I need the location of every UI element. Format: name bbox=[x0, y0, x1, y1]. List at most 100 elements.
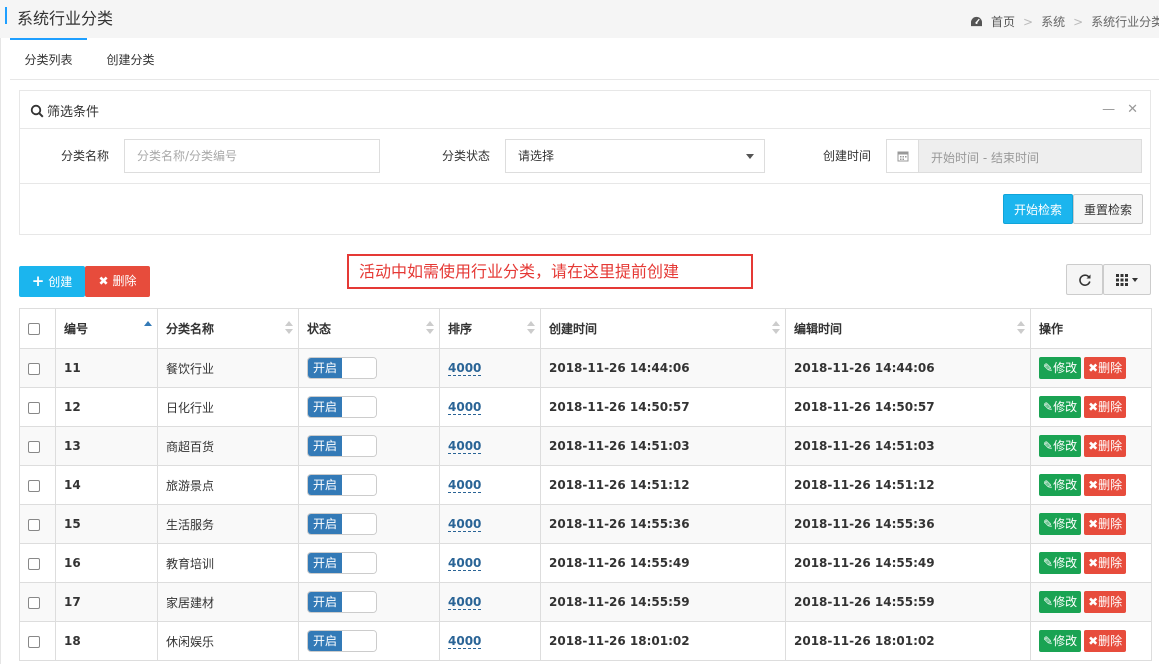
status-toggle-off bbox=[342, 397, 376, 417]
edit-icon: ✎ bbox=[1043, 361, 1054, 375]
refresh-button[interactable] bbox=[1066, 264, 1103, 295]
row-checkbox[interactable] bbox=[28, 440, 40, 453]
column-header-name[interactable]: 分类名称 bbox=[157, 308, 299, 349]
calendar-icon bbox=[887, 140, 919, 172]
table-row: 12 日化行业 开启 4000 2018-11-26 14:50:57 2018-11-2… bbox=[19, 387, 1152, 427]
close-icon[interactable]: ✕ bbox=[1127, 102, 1138, 117]
title-accent-bar bbox=[5, 7, 7, 24]
status-toggle[interactable]: 开启 bbox=[307, 357, 377, 379]
row-edit-button[interactable]: ✎修改 bbox=[1039, 630, 1082, 652]
category-status-select[interactable]: 请选择 bbox=[505, 139, 765, 173]
sort-asc-icon bbox=[144, 321, 152, 337]
row-sort-value[interactable]: 4000 bbox=[448, 556, 482, 571]
row-checkbox[interactable] bbox=[28, 401, 40, 414]
row-edit-button[interactable]: ✎修改 bbox=[1039, 474, 1082, 496]
tab-category-list[interactable]: 分类列表 bbox=[10, 38, 87, 80]
row-checkbox[interactable] bbox=[28, 362, 40, 375]
start-search-button[interactable]: 开始检索 bbox=[1003, 194, 1073, 224]
status-toggle[interactable]: 开启 bbox=[307, 435, 377, 457]
delete-label: 删除 bbox=[1098, 595, 1123, 609]
row-sort-cell: 4000 bbox=[439, 426, 541, 466]
times-icon: ✖ bbox=[1088, 400, 1099, 414]
row-edit-button[interactable]: ✎修改 bbox=[1039, 357, 1082, 379]
breadcrumb-system[interactable]: 系统 bbox=[1041, 13, 1065, 30]
row-actions: ✎修改 ✖删除 bbox=[1030, 621, 1152, 661]
row-sort-value[interactable]: 4000 bbox=[448, 439, 482, 454]
status-toggle[interactable]: 开启 bbox=[307, 396, 377, 418]
row-actions: ✎修改 ✖删除 bbox=[1030, 465, 1152, 505]
times-icon: ✖ bbox=[98, 274, 109, 288]
row-edit-button[interactable]: ✎修改 bbox=[1039, 591, 1082, 613]
row-delete-button[interactable]: ✖删除 bbox=[1084, 435, 1127, 457]
row-sort-value[interactable]: 4000 bbox=[448, 361, 482, 376]
row-delete-button[interactable]: ✖删除 bbox=[1084, 396, 1127, 418]
delete-button[interactable]: ✖ 删除 bbox=[85, 266, 150, 297]
row-delete-button[interactable]: ✖删除 bbox=[1084, 591, 1127, 613]
panel-tools: — ✕ bbox=[1102, 102, 1138, 117]
row-edit-button[interactable]: ✎修改 bbox=[1039, 396, 1082, 418]
row-delete-button[interactable]: ✖删除 bbox=[1084, 357, 1127, 379]
column-header-edited[interactable]: 编辑时间 bbox=[785, 308, 1031, 349]
reset-search-button[interactable]: 重置检索 bbox=[1073, 194, 1143, 224]
column-header-sort[interactable]: 排序 bbox=[439, 308, 541, 349]
row-sort-value[interactable]: 4000 bbox=[448, 478, 482, 493]
row-sort-value[interactable]: 4000 bbox=[448, 634, 482, 649]
row-checkbox[interactable] bbox=[28, 557, 40, 570]
row-sort-cell: 4000 bbox=[439, 465, 541, 505]
create-button[interactable]: + 创建 bbox=[19, 266, 85, 297]
row-checkbox[interactable] bbox=[28, 635, 40, 648]
row-delete-button[interactable]: ✖删除 bbox=[1084, 513, 1127, 535]
times-icon: ✖ bbox=[1088, 634, 1099, 648]
select-all-checkbox[interactable] bbox=[28, 323, 40, 335]
row-edit-button[interactable]: ✎修改 bbox=[1039, 435, 1082, 457]
row-checkbox[interactable] bbox=[28, 518, 40, 531]
breadcrumb-home[interactable]: 首页 bbox=[991, 13, 1015, 30]
edit-label: 修改 bbox=[1053, 400, 1078, 414]
status-toggle-on-label: 开启 bbox=[308, 514, 342, 534]
status-toggle-on-label: 开启 bbox=[308, 397, 342, 417]
column-header-status[interactable]: 状态 bbox=[298, 308, 440, 349]
edit-icon: ✎ bbox=[1043, 478, 1054, 492]
edit-label: 修改 bbox=[1053, 517, 1078, 531]
sort-icon bbox=[426, 321, 434, 337]
row-sort-value[interactable]: 4000 bbox=[448, 400, 482, 415]
collapse-icon[interactable]: — bbox=[1102, 102, 1115, 117]
tab-create-category[interactable]: 创建分类 bbox=[93, 38, 168, 80]
columns-toggle-button[interactable] bbox=[1103, 264, 1151, 295]
status-toggle-on-label: 开启 bbox=[308, 592, 342, 612]
row-sort-value[interactable]: 4000 bbox=[448, 595, 482, 610]
row-created-time: 2018-11-26 18:01:02 bbox=[540, 621, 786, 661]
status-toggle[interactable]: 开启 bbox=[307, 552, 377, 574]
row-edited-time: 2018-11-26 14:55:36 bbox=[785, 504, 1031, 544]
category-name-input[interactable]: 分类名称/分类编号 bbox=[124, 139, 380, 173]
row-status-cell: 开启 bbox=[298, 387, 440, 427]
status-toggle-on-label: 开启 bbox=[308, 553, 342, 573]
status-toggle[interactable]: 开启 bbox=[307, 513, 377, 535]
row-edited-time: 2018-11-26 14:51:03 bbox=[785, 426, 1031, 466]
row-delete-button[interactable]: ✖删除 bbox=[1084, 552, 1127, 574]
status-toggle[interactable]: 开启 bbox=[307, 630, 377, 652]
create-time-range-input[interactable]: 开始时间 - 结束时间 bbox=[886, 139, 1142, 173]
row-edit-button[interactable]: ✎修改 bbox=[1039, 513, 1082, 535]
row-created-time: 2018-11-26 14:51:12 bbox=[540, 465, 786, 505]
row-created-time: 2018-11-26 14:55:36 bbox=[540, 504, 786, 544]
delete-label: 删除 bbox=[1098, 439, 1123, 453]
status-toggle[interactable]: 开启 bbox=[307, 591, 377, 613]
row-edited-time: 2018-11-26 18:01:02 bbox=[785, 621, 1031, 661]
row-id: 13 bbox=[55, 426, 158, 466]
row-checkbox[interactable] bbox=[28, 596, 40, 609]
select-all-cell bbox=[19, 308, 56, 349]
row-status-cell: 开启 bbox=[298, 543, 440, 583]
row-checkbox[interactable] bbox=[28, 479, 40, 492]
row-name: 餐饮行业 bbox=[157, 348, 299, 388]
row-actions: ✎修改 ✖删除 bbox=[1030, 582, 1152, 622]
row-sort-value[interactable]: 4000 bbox=[448, 517, 482, 532]
status-toggle[interactable]: 开启 bbox=[307, 474, 377, 496]
row-delete-button[interactable]: ✖删除 bbox=[1084, 474, 1127, 496]
table-row: 17 家居建材 开启 4000 2018-11-26 14:55:59 2018-11-2… bbox=[19, 582, 1152, 622]
row-edit-button[interactable]: ✎修改 bbox=[1039, 552, 1082, 574]
column-header-id[interactable]: 编号 bbox=[55, 308, 158, 349]
row-edited-time: 2018-11-26 14:50:57 bbox=[785, 387, 1031, 427]
row-delete-button[interactable]: ✖删除 bbox=[1084, 630, 1127, 652]
column-header-created[interactable]: 创建时间 bbox=[540, 308, 786, 349]
